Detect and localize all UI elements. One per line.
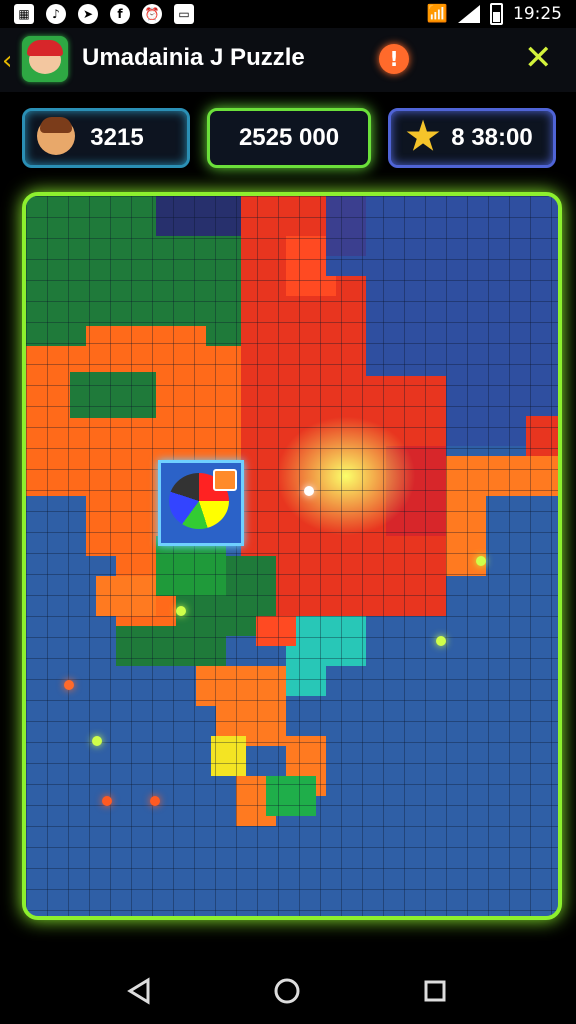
card-icon: ▭ — [174, 4, 194, 24]
spark-dot — [150, 796, 160, 806]
wifi-icon: 📶 — [426, 4, 448, 24]
nav-back-icon[interactable] — [122, 974, 156, 1008]
signal-icon — [458, 5, 480, 23]
center-score-panel: 2525 000 — [207, 108, 371, 168]
alert-button[interactable]: ! — [379, 44, 409, 74]
player-avatar — [37, 117, 75, 155]
system-status: 📶 19:25 — [427, 0, 562, 28]
clock: 19:25 — [513, 4, 562, 24]
spark-dot — [102, 796, 112, 806]
spark-dot — [64, 680, 74, 690]
player-score-panel: 3215 — [22, 108, 190, 168]
spark-dot — [92, 736, 102, 746]
spark-dot — [476, 556, 486, 566]
notification-icons: ▦ ♪ ➤ f ⏰ ▭ — [14, 4, 194, 24]
tiktok-icon: ♪ — [46, 4, 66, 24]
player-score: 3215 — [90, 124, 144, 151]
page-title: Umadainia J Puzzle — [82, 44, 305, 71]
status-bar: ▦ ♪ ➤ f ⏰ ▭ 📶 19:25 — [0, 0, 576, 28]
alarm-icon: ⏰ — [142, 4, 162, 24]
spark-dot — [176, 606, 186, 616]
facebook-icon: f — [110, 4, 130, 24]
battery-icon — [490, 3, 503, 25]
center-score: 2525 000 — [238, 124, 340, 151]
nav-recent-icon[interactable] — [418, 974, 452, 1008]
star-icon: ★ — [405, 116, 441, 158]
jp-icon: ▦ — [14, 4, 34, 24]
spark-dot — [304, 486, 314, 496]
piece-badge-icon — [213, 469, 237, 491]
app-icon — [22, 36, 68, 82]
navigation-bar — [0, 956, 576, 1024]
close-button[interactable]: ✕ — [524, 40, 553, 76]
title-bar: ‹ Umadainia J Puzzle ! ✕ — [0, 28, 576, 92]
back-chevron-icon[interactable]: ‹ — [2, 46, 12, 76]
coins-panel: ★ 8 38:00 — [388, 108, 556, 168]
nav-home-icon[interactable] — [270, 974, 304, 1008]
selected-piece[interactable] — [158, 460, 244, 546]
santa-hat-icon — [27, 40, 63, 56]
spark-dot — [436, 636, 446, 646]
coins-value: 8 38:00 — [451, 124, 533, 151]
location-icon: ➤ — [78, 4, 98, 24]
puzzle-board[interactable] — [22, 192, 562, 920]
